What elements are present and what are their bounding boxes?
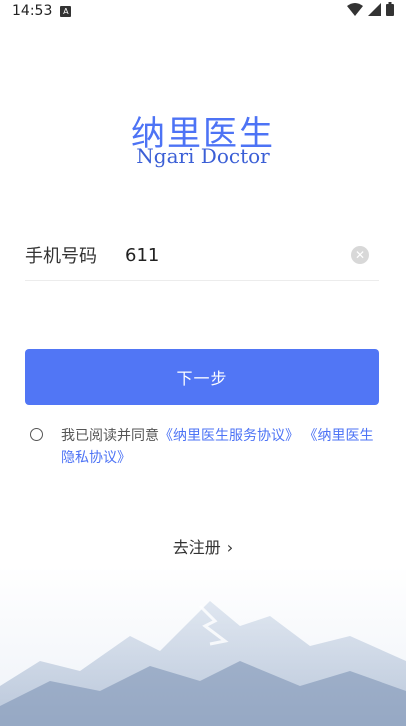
phone-input[interactable]	[125, 244, 351, 266]
next-step-button[interactable]: 下一步	[25, 349, 379, 405]
status-time: 14:53	[12, 3, 53, 19]
clear-icon[interactable]: ✕	[351, 246, 369, 264]
app-logo-english: Ngari Doctor	[136, 144, 270, 168]
battery-icon	[386, 2, 394, 20]
chevron-right-icon: ›	[226, 538, 234, 557]
agreement-prefix: 我已阅读并同意	[61, 428, 159, 444]
mountain-background	[0, 566, 406, 726]
agreement: 我已阅读并同意《纳里医生服务协议》 《纳里医生隐私协议》	[30, 425, 380, 469]
agreement-text: 我已阅读并同意《纳里医生服务协议》 《纳里医生隐私协议》	[61, 425, 380, 469]
phone-field-row: 手机号码 ✕	[25, 230, 379, 281]
signal-icon	[368, 2, 381, 20]
agreement-radio[interactable]	[30, 428, 43, 441]
wifi-icon	[347, 2, 363, 20]
phone-label: 手机号码	[25, 246, 97, 267]
sim-icon: A	[60, 5, 72, 17]
register-link[interactable]: 去注册 ›	[0, 534, 406, 558]
service-agreement-link[interactable]: 《纳里医生服务协议》	[159, 428, 299, 444]
status-bar: 14:53 A	[0, 0, 406, 22]
register-label: 去注册	[172, 538, 221, 557]
